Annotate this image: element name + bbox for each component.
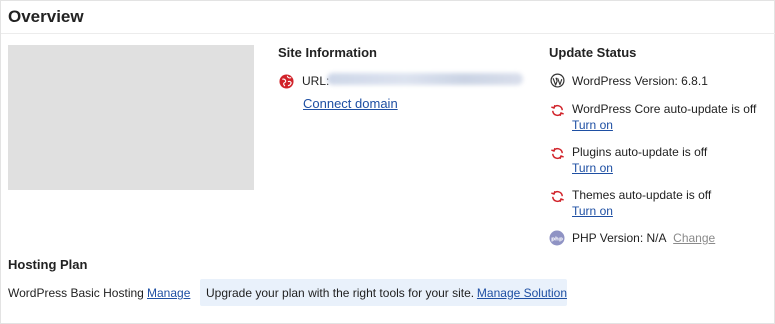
php-change-link[interactable]: Change	[673, 231, 715, 245]
wp-version-label: WordPress Version:	[572, 74, 678, 88]
header-divider	[1, 33, 775, 34]
refresh-icon	[549, 102, 565, 118]
php-version-row: PHP Version: N/A Change	[572, 231, 715, 245]
url-label: URL:	[302, 74, 330, 88]
themes-update-turn-on-link[interactable]: Turn on	[572, 204, 613, 218]
plugins-update-turn-on-link[interactable]: Turn on	[572, 161, 613, 175]
update-status-heading: Update Status	[549, 45, 637, 60]
site-url-value[interactable]	[327, 73, 523, 85]
overview-card: Overview Site Information URL: Connect d…	[0, 0, 775, 324]
connect-domain-link[interactable]: Connect domain	[303, 96, 398, 111]
hosting-plan-heading: Hosting Plan	[8, 257, 88, 272]
plugins-update-status: Plugins auto-update is off	[572, 145, 708, 159]
manage-solution-link[interactable]: Manage Solution	[477, 286, 567, 300]
page-title: Overview	[8, 7, 84, 26]
upgrade-banner-text: Upgrade your plan with the right tools f…	[206, 285, 475, 300]
wp-version-value: 6.8.1	[681, 74, 708, 88]
php-icon: php	[549, 230, 565, 246]
core-update-status: WordPress Core auto-update is off	[572, 102, 757, 116]
svg-text:php: php	[551, 236, 563, 242]
globe-icon	[278, 73, 294, 89]
wordpress-icon	[549, 72, 565, 88]
plan-name: WordPress Basic Hosting	[8, 286, 144, 300]
site-info-heading: Site Information	[278, 45, 377, 60]
refresh-icon	[549, 188, 565, 204]
themes-update-status: Themes auto-update is off	[572, 188, 712, 202]
php-version-label: PHP Version: N/A	[572, 231, 666, 245]
manage-plan-link[interactable]: Manage	[147, 286, 190, 300]
upgrade-banner: Upgrade your plan with the right tools f…	[200, 279, 567, 306]
refresh-icon	[549, 145, 565, 161]
wp-version-row: WordPress Version: 6.8.1	[572, 74, 708, 88]
site-thumbnail[interactable]	[8, 45, 254, 190]
core-update-turn-on-link[interactable]: Turn on	[572, 118, 613, 132]
